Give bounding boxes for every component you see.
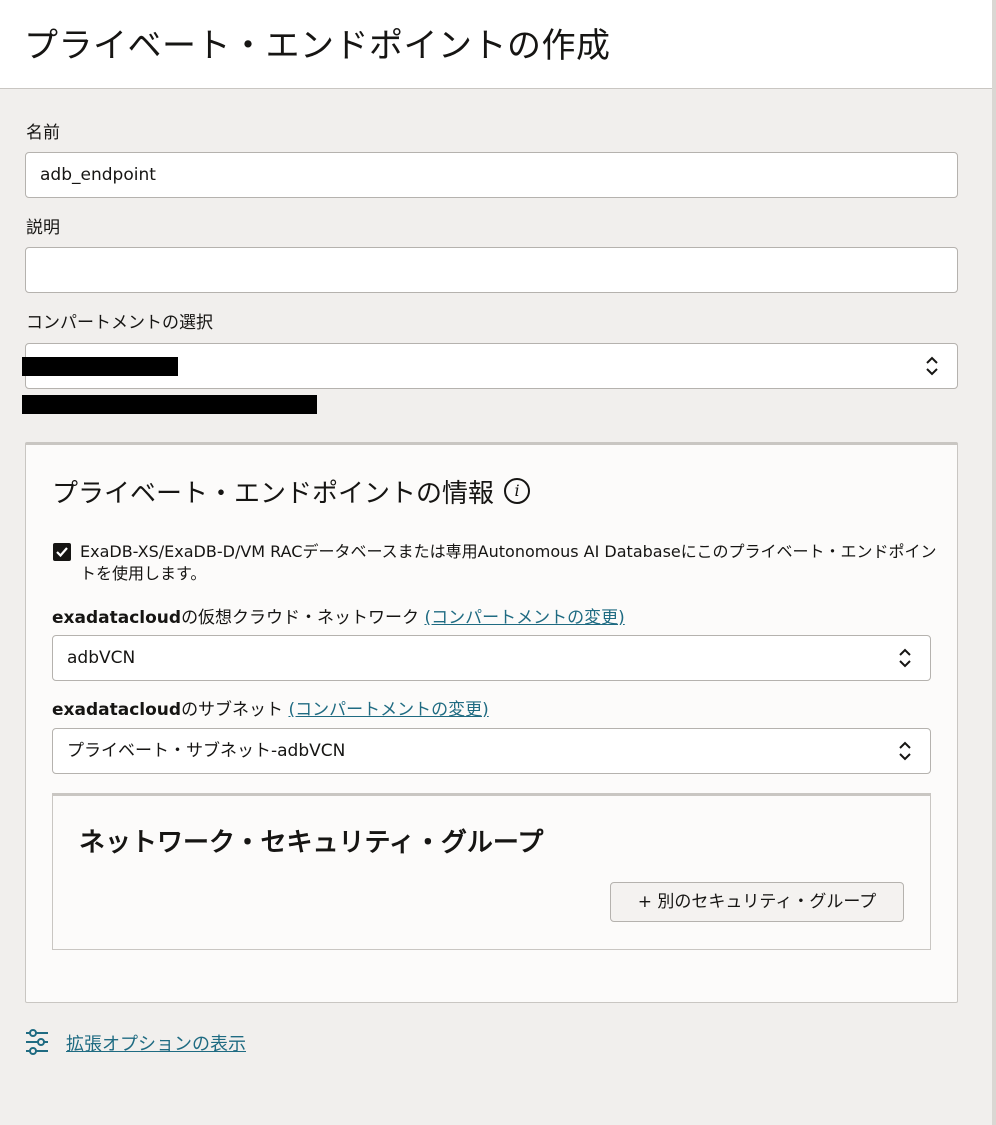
vcn-compartment-name: exadatacloud bbox=[52, 608, 182, 628]
compartment-label: コンパートメントの選択 bbox=[26, 313, 213, 333]
add-security-group-button[interactable]: + 別のセキュリティ・グループ bbox=[610, 882, 904, 922]
description-label: 説明 bbox=[26, 218, 60, 238]
subnet-select[interactable]: プライベート・サブネット-adbVCN bbox=[52, 728, 931, 774]
name-label: 名前 bbox=[26, 123, 60, 143]
vcn-select[interactable]: adbVCN bbox=[52, 635, 931, 681]
nsg-title: ネットワーク・セキュリティ・グループ bbox=[79, 828, 544, 858]
use-for-exadb-checkbox[interactable] bbox=[53, 543, 71, 561]
info-icon[interactable]: i bbox=[504, 478, 530, 504]
private-endpoint-info-panel: プライベート・エンドポイントの情報 i ExaDB-XS/ExaDB-D/VM … bbox=[25, 442, 958, 1003]
panel-title: プライベート・エンドポイントの情報 bbox=[52, 479, 495, 509]
show-advanced-options-link[interactable]: 拡張オプションの表示 bbox=[66, 1030, 246, 1056]
redacted-compartment-path bbox=[22, 395, 317, 414]
redacted-compartment-value bbox=[22, 357, 178, 376]
vcn-select-value: adbVCN bbox=[67, 648, 136, 668]
subnet-label-text: のサブネット bbox=[181, 700, 289, 720]
subnet-compartment-name: exadatacloud bbox=[52, 700, 182, 720]
description-input[interactable] bbox=[25, 247, 958, 293]
page-title: プライベート・エンドポイントの作成 bbox=[24, 26, 611, 66]
window-edge bbox=[992, 0, 996, 1125]
chevron-updown-icon bbox=[899, 648, 911, 668]
vcn-label: exadatacloudの仮想クラウド・ネットワーク (コンパートメントの変更) bbox=[52, 603, 625, 628]
use-for-exadb-label: ExaDB-XS/ExaDB-D/VM RACデータベースまたは専用Autono… bbox=[80, 542, 937, 583]
vcn-change-compartment-link[interactable]: (コンパートメントの変更) bbox=[424, 608, 624, 628]
subnet-select-value: プライベート・サブネット-adbVCN bbox=[67, 741, 346, 761]
name-input[interactable]: adb_endpoint bbox=[25, 152, 958, 198]
chevron-updown-icon bbox=[899, 741, 911, 761]
subnet-change-compartment-link[interactable]: (コンパートメントの変更) bbox=[288, 700, 488, 720]
sliders-icon bbox=[26, 1029, 48, 1055]
checkmark-icon bbox=[56, 547, 68, 558]
vcn-label-text: の仮想クラウド・ネットワーク bbox=[181, 608, 425, 628]
subnet-label: exadatacloudのサブネット (コンパートメントの変更) bbox=[52, 695, 489, 720]
page-header: プライベート・エンドポイントの作成 bbox=[0, 0, 992, 89]
chevron-updown-icon bbox=[926, 356, 938, 376]
network-security-group-section: ネットワーク・セキュリティ・グループ + 別のセキュリティ・グループ bbox=[52, 793, 931, 950]
